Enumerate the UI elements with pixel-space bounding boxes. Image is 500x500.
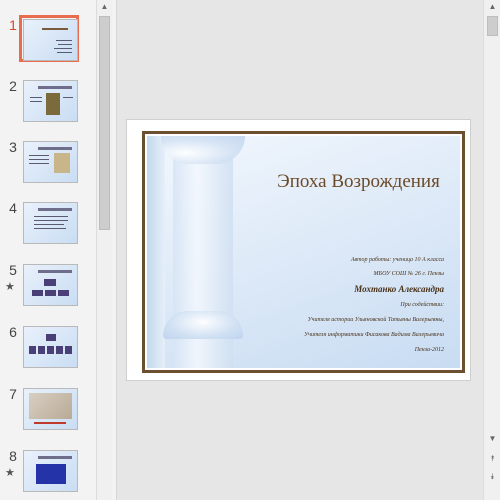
scroll-up-icon[interactable]: ▲ xyxy=(97,0,112,14)
credit-line-assist: При содействии: xyxy=(400,302,444,308)
slide-thumbnail-5[interactable] xyxy=(19,260,79,307)
credit-line-it-teacher: Учителя информатики Фисакова Вадима Вале… xyxy=(304,332,444,338)
scroll-up-icon[interactable]: ▲ xyxy=(484,0,500,14)
slide-number-8: 8 xyxy=(9,448,17,464)
slide-thumbnail-image xyxy=(24,142,77,182)
slide-number-4: 4 xyxy=(9,200,17,216)
slide-number-2: 2 xyxy=(9,78,17,94)
current-slide[interactable]: Эпоха Возрождения Автор работы: ученица … xyxy=(142,131,465,373)
slide-thumbnail-8[interactable] xyxy=(19,446,79,493)
credit-line-history-teacher: Учителя истории Ульяновской Татьяны Вале… xyxy=(307,317,444,323)
slide-thumbnail-1[interactable] xyxy=(19,15,79,62)
slide-number-6: 6 xyxy=(9,324,17,340)
slide-thumbnail-image xyxy=(24,451,77,491)
scrollbar-thumb[interactable] xyxy=(99,16,110,230)
previous-slide-icon[interactable]: ⯭ xyxy=(484,452,500,466)
slide-editing-area: Эпоха Возрождения Автор работы: ученица … xyxy=(117,0,483,500)
slide-number-1: 1 xyxy=(9,17,17,33)
credit-line-school: МБОУ СОШ № 26 г. Пензы xyxy=(373,271,444,277)
slide-thumbnail-4[interactable] xyxy=(19,198,79,245)
credit-line-author: Автор работы: ученица 10 А класса xyxy=(350,257,444,263)
slide-thumbnail-7[interactable] xyxy=(19,384,79,431)
column-base-decoration xyxy=(163,311,243,339)
slide-number-5: 5 xyxy=(9,262,17,278)
slide-canvas: Эпоха Возрождения Автор работы: ученица … xyxy=(126,119,471,381)
slide-thumbnail-image xyxy=(24,81,77,121)
next-slide-icon[interactable]: ⯯ xyxy=(484,470,500,484)
scroll-down-icon[interactable]: ▼ xyxy=(484,432,500,446)
slide-thumbnail-image xyxy=(24,203,77,243)
slide-thumbnail-image xyxy=(24,265,77,305)
slide-thumbnail-image xyxy=(24,389,77,429)
scrollbar-thumb[interactable] xyxy=(487,16,498,36)
animation-star-icon: ★ xyxy=(5,467,15,479)
animation-star-icon: ★ xyxy=(5,281,15,293)
thumbnail-scrollbar[interactable]: ▲ xyxy=(96,0,112,500)
slide-thumbnail-3[interactable] xyxy=(19,137,79,184)
credit-line-student: Мохтанко Александра xyxy=(354,284,444,294)
slide-thumbnail-image xyxy=(24,327,77,367)
slide-number-7: 7 xyxy=(9,386,17,402)
credit-line-year: Пенза-2012 xyxy=(414,347,444,353)
slide-background: Эпоха Возрождения Автор работы: ученица … xyxy=(145,134,462,370)
slide-thumbnail-image xyxy=(24,20,77,60)
main-scrollbar[interactable]: ▲ ▼ ⯭ ⯯ xyxy=(483,0,500,500)
slide-thumbnail-6[interactable] xyxy=(19,322,79,369)
slide-number-3: 3 xyxy=(9,139,17,155)
slide-thumbnail-2[interactable] xyxy=(19,76,79,123)
slide-title[interactable]: Эпоха Возрождения xyxy=(147,171,460,193)
